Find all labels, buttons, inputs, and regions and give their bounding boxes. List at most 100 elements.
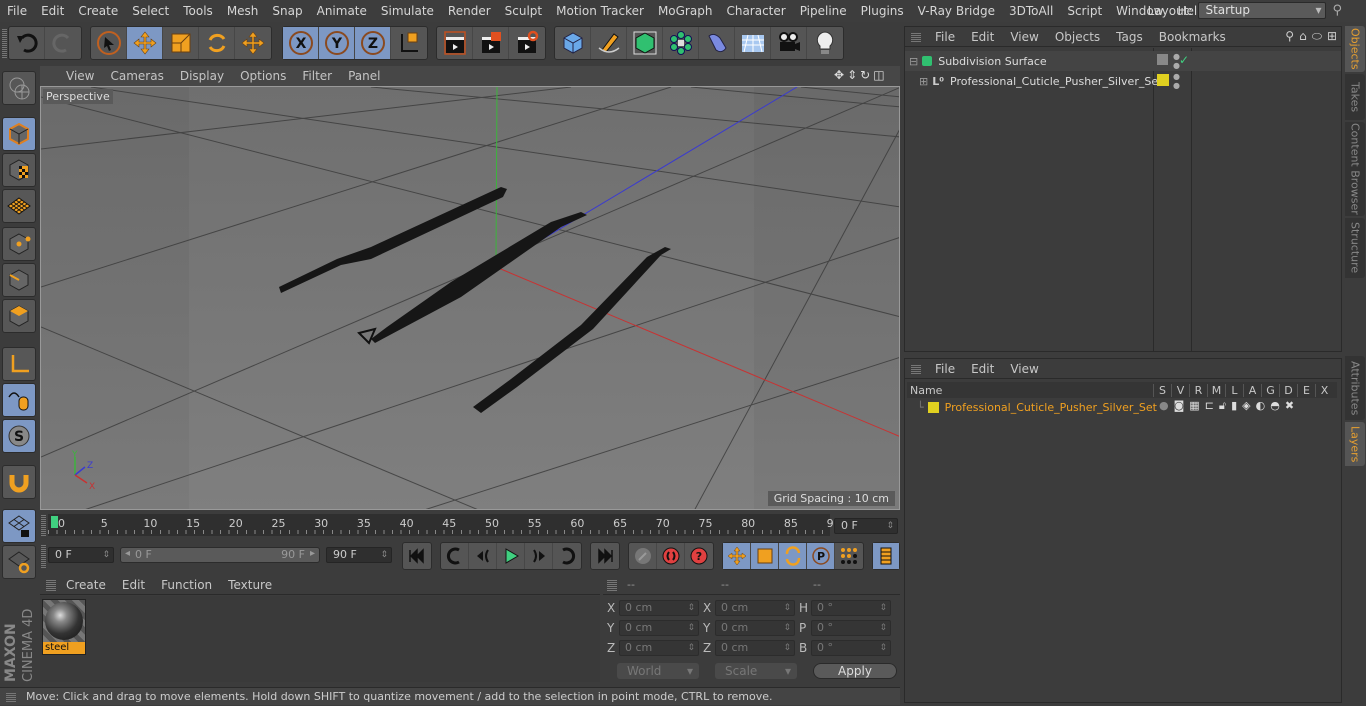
key-parameter-icon[interactable]: P: [807, 543, 835, 569]
viewport-solo-icon[interactable]: [2, 71, 36, 105]
undo-icon[interactable]: [9, 27, 45, 59]
object-menu-edit[interactable]: Edit: [963, 30, 1002, 44]
object-menu-file[interactable]: File: [927, 30, 963, 44]
snap-icon[interactable]: S: [2, 419, 36, 453]
collapse-icon[interactable]: ⊟: [909, 55, 918, 68]
layer-menu-file[interactable]: File: [927, 362, 963, 376]
edges-mode-icon[interactable]: [2, 263, 36, 297]
coordinate-mode-dropdown[interactable]: World: [617, 663, 699, 679]
menu-3dtoall[interactable]: 3DToAll: [1002, 4, 1060, 18]
tab-takes[interactable]: Takes: [1345, 74, 1365, 120]
expressions-toggle-icon[interactable]: ◓: [1270, 399, 1280, 413]
coordinate-system-icon[interactable]: [391, 27, 427, 59]
object-menu-view[interactable]: View: [1002, 30, 1046, 44]
menu-simulate[interactable]: Simulate: [374, 4, 441, 18]
tab-structure[interactable]: Structure: [1345, 218, 1365, 278]
frame-range-slider[interactable]: ◂ 0 F 90 F ▸: [120, 547, 320, 563]
layer-column-name[interactable]: Name: [907, 384, 1153, 397]
manager-toggle-icon[interactable]: ⊏: [1205, 399, 1214, 413]
layer-column-x[interactable]: X: [1315, 383, 1333, 397]
go-to-end-icon[interactable]: [591, 543, 619, 569]
menu-create[interactable]: Create: [71, 4, 125, 18]
pen-spline-icon[interactable]: [591, 27, 627, 59]
animation-toggle-icon[interactable]: ▮: [1231, 399, 1237, 413]
layer-name[interactable]: Professional_Cuticle_Pusher_Silver_Set: [945, 401, 1157, 414]
viewport-menu-view[interactable]: View: [58, 69, 102, 83]
cube-icon[interactable]: [555, 27, 591, 59]
object-menu-objects[interactable]: Objects: [1047, 30, 1108, 44]
viewport-menu-options[interactable]: Options: [232, 69, 294, 83]
go-to-start-icon[interactable]: [403, 543, 431, 569]
model-mode-icon[interactable]: [2, 117, 36, 151]
material-menu-edit[interactable]: Edit: [114, 578, 153, 592]
rotation-field[interactable]: 0 °: [811, 620, 891, 636]
material-menu-texture[interactable]: Texture: [220, 578, 280, 592]
camera-label[interactable]: Perspective: [43, 89, 113, 104]
layer-column-v[interactable]: V: [1171, 383, 1189, 397]
layer-color-swatch[interactable]: [1157, 74, 1169, 86]
new-window-icon[interactable]: ⊞: [1327, 29, 1337, 44]
layer-column-e[interactable]: E: [1297, 383, 1315, 397]
pan-view-icon[interactable]: ✥: [834, 68, 844, 82]
key-position-icon[interactable]: [723, 543, 751, 569]
planar-workplane-icon[interactable]: [2, 545, 36, 579]
render-view-icon[interactable]: [437, 27, 473, 59]
tab-content-browser[interactable]: Content Browser: [1345, 122, 1365, 216]
polygons-mode-icon[interactable]: [2, 299, 36, 333]
z-axis-lock-icon[interactable]: Z: [355, 27, 391, 59]
solo-toggle-icon[interactable]: ●: [1159, 399, 1169, 413]
visibility-dots-icon[interactable]: ● ●: [1173, 72, 1180, 90]
rotate-icon[interactable]: [199, 27, 235, 59]
key-scale-icon[interactable]: [751, 543, 779, 569]
expand-icon[interactable]: ⊞: [919, 75, 928, 88]
layer-row[interactable]: └ Professional_Cuticle_Pusher_Silver_Set…: [905, 397, 1341, 417]
render-picture-viewer-icon[interactable]: [473, 27, 509, 59]
material-menu-create[interactable]: Create: [58, 578, 114, 592]
playhead[interactable]: [51, 516, 58, 528]
x-axis-lock-icon[interactable]: X: [283, 27, 319, 59]
viewport-menu-display[interactable]: Display: [172, 69, 232, 83]
size-field[interactable]: 0 cm: [715, 620, 795, 636]
object-row-cuticle-set[interactable]: ⊞ L⁰ Professional_Cuticle_Pusher_Silver_…: [905, 71, 1341, 91]
3d-viewport[interactable]: Perspective Grid Spacing : 10 cm Y Z X: [40, 86, 900, 510]
y-axis-lock-icon[interactable]: Y: [319, 27, 355, 59]
previous-key-icon[interactable]: [441, 543, 469, 569]
material-name[interactable]: steel: [43, 642, 85, 654]
magnet-icon[interactable]: [2, 465, 36, 499]
view-toggle-icon[interactable]: ◙: [1174, 399, 1185, 413]
edit-render-toggle-icon[interactable]: [1157, 54, 1168, 65]
redo-icon[interactable]: [45, 27, 81, 59]
next-frame-icon[interactable]: [525, 543, 553, 569]
material-steel[interactable]: steel: [42, 599, 86, 655]
layout-dropdown[interactable]: Startup: [1198, 2, 1327, 19]
live-selection-icon[interactable]: [91, 27, 127, 59]
deformers-toggle-icon[interactable]: ◐: [1256, 399, 1266, 413]
locked-workplane-icon[interactable]: [2, 509, 36, 543]
menu-pipeline[interactable]: Pipeline: [793, 4, 854, 18]
layer-color-swatch[interactable]: [927, 401, 939, 413]
menu-character[interactable]: Character: [719, 4, 792, 18]
menu-snap[interactable]: Snap: [265, 4, 309, 18]
layer-column-l[interactable]: L: [1225, 383, 1243, 397]
layer-column-s[interactable]: S: [1153, 383, 1171, 397]
record-key-icon[interactable]: [629, 543, 657, 569]
home-icon[interactable]: ⌂: [1299, 29, 1307, 44]
rotation-field[interactable]: 0 °: [811, 640, 891, 656]
deformer-icon[interactable]: [699, 27, 735, 59]
menu-motion-tracker[interactable]: Motion Tracker: [549, 4, 651, 18]
menu-mesh[interactable]: Mesh: [220, 4, 266, 18]
position-field[interactable]: 0 cm: [619, 620, 699, 636]
texture-mode-icon[interactable]: [2, 153, 36, 187]
floor-icon[interactable]: [735, 27, 771, 59]
tab-objects[interactable]: Objects: [1345, 26, 1365, 72]
menu-v-ray-bridge[interactable]: V-Ray Bridge: [911, 4, 1002, 18]
scale-icon[interactable]: [163, 27, 199, 59]
menu-mograph[interactable]: MoGraph: [651, 4, 720, 18]
next-key-icon[interactable]: [553, 543, 581, 569]
menu-edit[interactable]: Edit: [34, 4, 71, 18]
toggle-layout-icon[interactable]: ◫: [873, 68, 884, 82]
zoom-view-icon[interactable]: ⇕: [847, 68, 857, 82]
recent-tools-icon[interactable]: [235, 27, 271, 59]
menu-file[interactable]: File: [0, 4, 34, 18]
cloner-icon[interactable]: [663, 27, 699, 59]
